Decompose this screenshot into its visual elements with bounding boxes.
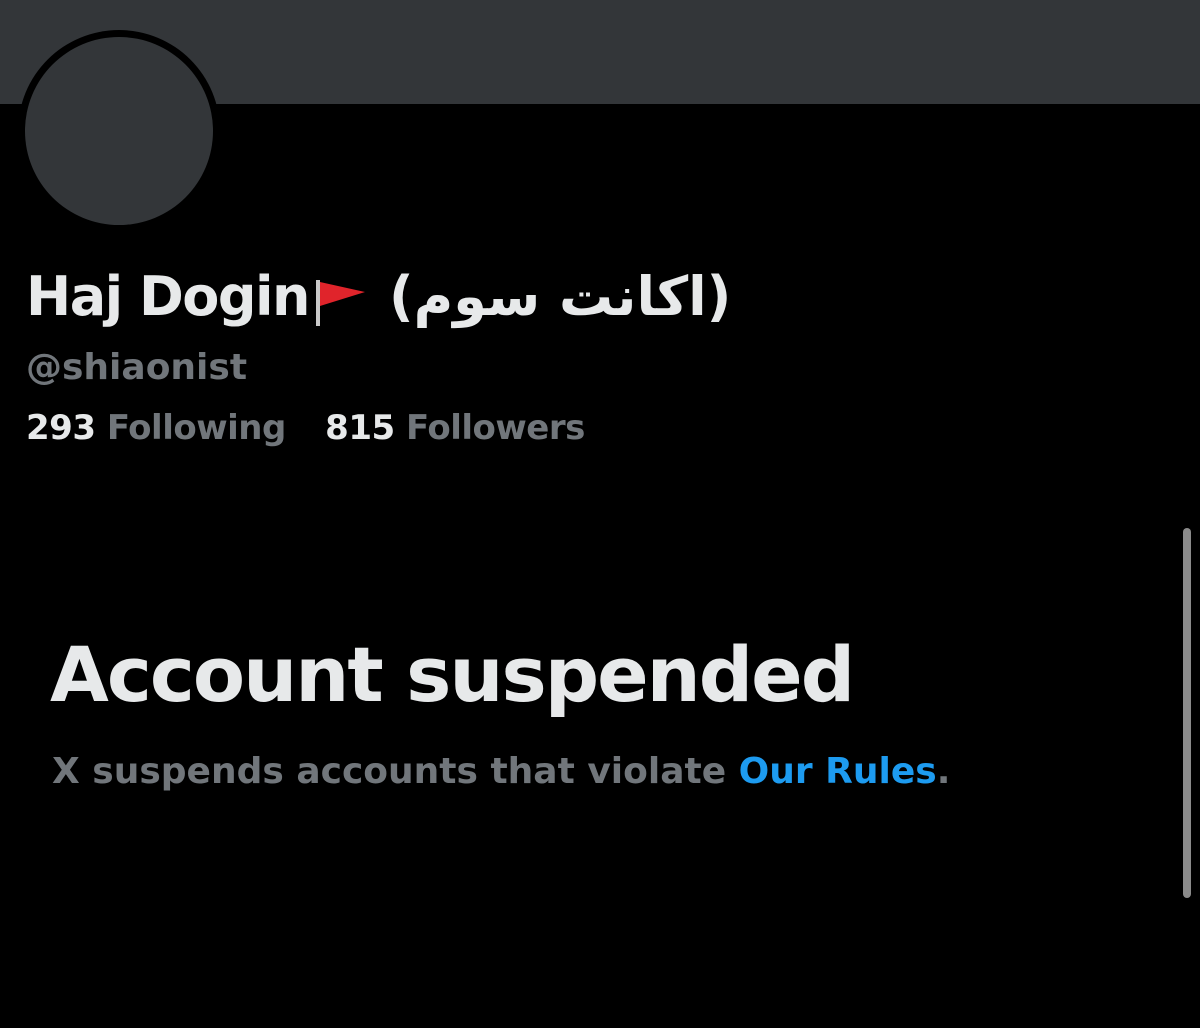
- followers-stat[interactable]: 815 Followers: [325, 404, 585, 452]
- display-name: Haj Dogin (اکانت سوم): [26, 262, 731, 332]
- profile-handle: @shiaonist: [26, 347, 248, 388]
- triangular-flag-icon: [313, 273, 371, 326]
- display-name-text: Haj Dogin: [26, 265, 310, 328]
- following-stat[interactable]: 293 Following: [26, 404, 286, 452]
- avatar-placeholder: [25, 37, 213, 225]
- display-name-suffix: (اکانت سوم): [388, 265, 732, 328]
- our-rules-link[interactable]: Our Rules: [739, 751, 937, 792]
- profile-stats: 293 Following 815 Followers: [26, 404, 585, 452]
- followers-count: 815: [325, 408, 395, 448]
- avatar[interactable]: [18, 30, 220, 232]
- following-count: 293: [26, 408, 96, 448]
- suspended-description: X suspends accounts that violate Our Rul…: [52, 746, 950, 798]
- suspended-title: Account suspended: [50, 630, 855, 719]
- scrollbar[interactable]: [1183, 528, 1191, 898]
- suspended-description-text: X suspends accounts that violate: [52, 751, 739, 792]
- followers-label: Followers: [405, 408, 585, 448]
- suspended-description-period: .: [936, 751, 951, 792]
- following-label: Following: [106, 408, 286, 448]
